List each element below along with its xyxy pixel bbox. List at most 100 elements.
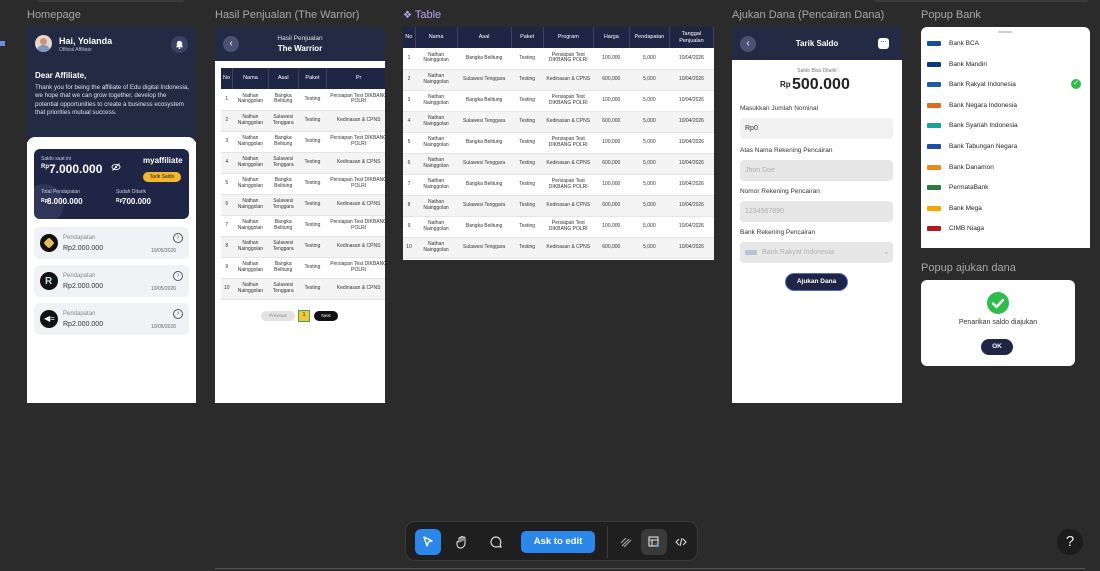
table-row[interactable]: 1 Nathan Nainggolan Bangka Belitung Testing… — [403, 48, 714, 70]
column-header[interactable]: Nama — [232, 68, 269, 89]
bottom-toolbar: Ask to edit — [405, 521, 698, 561]
column-header[interactable]: No — [403, 27, 416, 48]
bank-option[interactable]: Bank Tabungan Negara — [927, 137, 1087, 157]
table-cell: 600,000 — [593, 111, 630, 133]
bank-option[interactable]: PermataBank — [927, 178, 1087, 198]
frame-label-homepage[interactable]: Homepage — [27, 9, 81, 21]
bank-option[interactable]: Bank BCA — [927, 34, 1087, 54]
column-header[interactable]: Paket — [511, 27, 544, 48]
hand-tool-icon[interactable] — [449, 529, 475, 555]
drag-handle[interactable] — [998, 31, 1012, 33]
table-row[interactable]: 7 Nathan Nainggolan Bangka Belitung Testing… — [221, 215, 385, 237]
table-row[interactable]: 9 Nathan Nainggolan Bangka Belitung Testing… — [221, 257, 385, 279]
move-tool-icon[interactable] — [415, 529, 441, 555]
table-row[interactable]: 4 Nathan Nainggolan Sulawesi Tenggara Testi… — [221, 152, 385, 174]
sales-table: No Nama Asal Paket Program Harga Pendapatan Tan… — [403, 27, 714, 259]
ok-button[interactable]: OK — [981, 339, 1013, 355]
column-header[interactable]: Asal — [268, 68, 299, 89]
frame-label-ajukan[interactable]: Ajukan Dana (Pencairan Dana) — [732, 9, 884, 21]
bank-option[interactable]: Bank Mega — [927, 199, 1087, 219]
column-header[interactable]: Tanggal Penjualan — [669, 27, 714, 48]
table-row[interactable]: 2 Nathan Nainggolan Sulawesi Tenggara Testi… — [221, 110, 385, 132]
table-row[interactable]: 9 Nathan Nainggolan Bangka Belitung Testing… — [403, 216, 714, 238]
brand-logo: myaffiliate — [143, 156, 183, 165]
bank-option[interactable]: Bank Mandiri — [927, 55, 1087, 75]
ajukan-dana-button[interactable]: Ajukan Dana — [785, 273, 848, 291]
eye-off-icon[interactable] — [111, 163, 121, 171]
dev-mode-tool-icon[interactable] — [641, 529, 667, 555]
chevron-right-icon[interactable]: › — [173, 233, 183, 243]
tarik-saldo-button[interactable]: Tarik Saldo — [143, 172, 181, 182]
nomor-rekening-input[interactable]: 1234567890 — [740, 201, 893, 222]
table-cell: Kedinasan & CPNS — [543, 195, 594, 217]
frame-label-hasil[interactable]: Hasil Penjualan (The Warrior) — [215, 9, 359, 21]
table-cell: Persiapan Test DIKBANG POLRI — [543, 216, 594, 238]
bank-option[interactable]: Bank Rakyat Indonesia ✓ — [927, 75, 1087, 95]
table-row[interactable]: 10 Nathan Nainggolan Sulawesi Tenggara Test… — [221, 278, 385, 300]
item-amount: Rp2.000.000 — [63, 283, 104, 290]
column-header[interactable]: Asal — [457, 27, 512, 48]
bank-option[interactable]: Bank Danamon — [927, 158, 1087, 178]
avatar[interactable] — [35, 35, 52, 52]
ask-to-edit-button[interactable]: Ask to edit — [521, 531, 595, 553]
canvas-scrollbar[interactable] — [215, 568, 1085, 569]
help-button[interactable]: ? — [1057, 529, 1083, 555]
annotate-tool-icon[interactable] — [613, 529, 639, 555]
column-header[interactable]: No — [221, 68, 234, 89]
previous-button[interactable]: Previous — [261, 311, 295, 321]
table-row[interactable]: 5 Nathan Nainggolan Bangka Belitung Testing… — [221, 173, 385, 195]
bank-option[interactable]: Bank Syariah Indonesia — [927, 116, 1087, 136]
comment-tool-icon[interactable] — [483, 529, 509, 555]
frame-label-table[interactable]: ❖ Table — [403, 9, 441, 21]
table-row[interactable]: 2 Nathan Nainggolan Sulawesi Tenggara Testi… — [403, 69, 714, 91]
pendapatan-item[interactable]: R Pendapatan Rp2.000.000 › 10/05/2026 — [34, 265, 189, 297]
history-icon[interactable]: ⋯ — [878, 38, 889, 49]
table-row[interactable]: 8 Nathan Nainggolan Sulawesi Tenggara Testi… — [221, 236, 385, 258]
table-row[interactable]: 3 Nathan Nainggolan Bangka Belitung Testing… — [221, 131, 385, 153]
selected-check-icon: ✓ — [1071, 79, 1081, 90]
column-header[interactable]: Pr — [326, 68, 385, 89]
saldo-value: 7.000.000 — [49, 162, 103, 176]
frame-label-popup-ajukan[interactable]: Popup ajukan dana — [921, 262, 1016, 274]
table-row[interactable]: 7 Nathan Nainggolan Bangka Belitung Testing… — [403, 174, 714, 196]
pendapatan-item[interactable]: Pendapatan Rp2.000.000 › 10/05/2026 — [34, 227, 189, 259]
table-cell: 100,000 — [593, 132, 630, 154]
chevron-down-icon: ⌄ — [883, 247, 890, 256]
chevron-right-icon[interactable]: › — [173, 309, 183, 319]
column-header[interactable]: Program — [543, 27, 594, 48]
bank-option[interactable]: CIMB Niaga — [927, 219, 1087, 239]
nama-rekening-input[interactable]: Jhon Doe — [740, 160, 893, 181]
column-header[interactable]: Pendapatan — [629, 27, 670, 48]
next-button[interactable]: Next — [314, 311, 338, 321]
bell-icon[interactable] — [171, 36, 188, 53]
table-cell: Persiapan Test DIKBANG POLRI — [326, 89, 385, 111]
table-cell: Testing — [298, 194, 327, 216]
table-row[interactable]: 3 Nathan Nainggolan Bangka Belitung Testing… — [403, 90, 714, 112]
table-row[interactable]: 8 Nathan Nainggolan Sulawesi Tenggara Testi… — [403, 195, 714, 217]
column-header[interactable]: Paket — [298, 68, 328, 89]
table-row[interactable]: 4 Nathan Nainggolan Sulawesi Tenggara Testi… — [403, 111, 714, 133]
table-row[interactable]: 6 Nathan Nainggolan Sulawesi Tenggara Testi… — [221, 194, 385, 216]
table-cell: Testing — [298, 173, 327, 195]
table-cell: 10/04/2026 — [669, 69, 714, 91]
pendapatan-item[interactable]: ◀= Pendapatan Rp2.000.000 › 10/05/2026 — [34, 303, 189, 335]
table-cell: 10/04/2026 — [669, 174, 714, 196]
page-1-button[interactable]: 1 — [298, 310, 310, 322]
column-header[interactable]: Harga — [593, 27, 630, 48]
chevron-right-icon[interactable]: › — [173, 271, 183, 281]
column-header[interactable]: Nama — [415, 27, 458, 48]
table-row[interactable]: 10 Nathan Nainggolan Sulawesi Tenggara Test… — [403, 237, 714, 259]
bank-option[interactable]: Bank Negara Indonesia — [927, 96, 1087, 116]
frame-label-popup-bank[interactable]: Popup Bank — [921, 9, 981, 21]
table-cell: Testing — [511, 111, 544, 133]
table-cell: Nathan Nainggolan — [232, 89, 269, 111]
nominal-input[interactable]: Rp0 — [740, 118, 893, 139]
table-cell: 9 — [221, 257, 233, 279]
table-cell: Nathan Nainggolan — [232, 152, 269, 174]
table-row[interactable]: 6 Nathan Nainggolan Sulawesi Tenggara Testi… — [403, 153, 714, 175]
table-row[interactable]: 5 Nathan Nainggolan Bangka Belitung Testing… — [403, 132, 714, 154]
table-row[interactable]: 1 Nathan Nainggolan Bangka Belitung Testing… — [221, 89, 385, 111]
bank-name: Bank Negara Indonesia — [949, 101, 1017, 109]
code-tool-icon[interactable] — [668, 529, 694, 555]
bank-select[interactable]: Bank Rakyat Indonesia ⌄ — [740, 242, 893, 263]
